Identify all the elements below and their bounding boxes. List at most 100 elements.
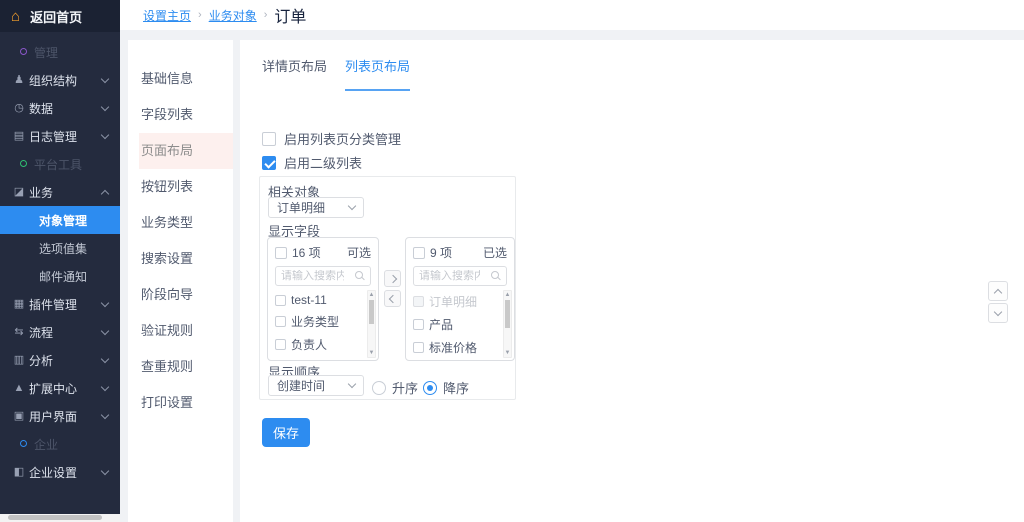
sidebar-item-org-structure[interactable]: ♟ 组织结构 <box>0 66 120 94</box>
sidebar-item-user-interface[interactable]: ▣ 用户界面 <box>0 402 120 430</box>
scrollbar-thumb[interactable] <box>8 515 102 520</box>
sidebar-item-enterprise[interactable]: 企业 <box>0 430 120 458</box>
available-status: 可选 <box>347 244 371 261</box>
nav-item-print-settings[interactable]: 打印设置 <box>128 385 233 421</box>
enable-category-label: 启用列表页分类管理 <box>284 129 401 148</box>
chevron-down-icon <box>101 74 109 82</box>
flow-icon: ⇆ <box>13 327 25 338</box>
sidebar-item-workflow[interactable]: ⇆ 流程 <box>0 318 120 346</box>
available-list-scrollbar[interactable]: ▲ ▼ <box>367 290 376 358</box>
list-item[interactable]: 标准价格 <box>406 336 514 359</box>
nav-item-page-layout[interactable]: 页面布局 <box>139 133 233 169</box>
nav-item-field-list[interactable]: 字段列表 <box>128 97 233 133</box>
enable-sublist-checkbox[interactable] <box>262 156 276 170</box>
move-down-button[interactable] <box>988 303 1008 323</box>
chevron-down-icon <box>101 382 109 390</box>
move-up-button[interactable] <box>988 281 1008 301</box>
select-all-selected-checkbox[interactable] <box>413 247 425 259</box>
scrollbar-thumb[interactable] <box>369 300 374 324</box>
horizontal-scrollbar[interactable] <box>0 514 120 522</box>
nav-item-search-settings[interactable]: 搜索设置 <box>128 241 233 277</box>
item-checkbox[interactable] <box>413 342 424 353</box>
move-right-button[interactable] <box>384 270 401 287</box>
breadcrumb-business-object[interactable]: 业务对象 <box>209 7 257 24</box>
nav-item-stage-wizard[interactable]: 阶段向导 <box>128 277 233 313</box>
sidebar-item-business[interactable]: ◪ 业务 <box>0 178 120 206</box>
nav-item-button-list[interactable]: 按钮列表 <box>128 169 233 205</box>
main-panel: 详情页布局 列表页布局 启用列表页分类管理 启用二级列表 相关对象 订单明细 显… <box>240 40 1024 522</box>
select-all-available-checkbox[interactable] <box>275 247 287 259</box>
chevron-down-icon <box>101 102 109 110</box>
briefcase-icon: ◪ <box>13 187 25 198</box>
sidebar-item-plugin-management[interactable]: ▦ 插件管理 <box>0 290 120 318</box>
selected-fields-header: 9 项 已选 <box>406 238 514 261</box>
chevron-left-icon <box>388 294 396 302</box>
sort-desc-option[interactable]: 降序 <box>423 378 469 397</box>
scroll-up-icon[interactable]: ▲ <box>369 292 375 298</box>
chevron-up-icon <box>101 189 109 197</box>
building-icon: ◧ <box>13 467 25 478</box>
sidebar-item-mail-notification[interactable]: 邮件通知 <box>0 262 120 290</box>
nav-item-validation-rules[interactable]: 验证规则 <box>128 313 233 349</box>
desc-radio[interactable] <box>423 381 437 395</box>
window-icon: ▣ <box>13 411 25 422</box>
list-item[interactable]: 负责人 <box>268 333 378 356</box>
sidebar-item-object-management[interactable]: 对象管理 <box>0 206 120 234</box>
item-checkbox[interactable] <box>275 339 286 350</box>
asc-label: 升序 <box>392 378 418 397</box>
display-order-select[interactable]: 创建时间 <box>268 375 364 396</box>
move-left-button[interactable] <box>384 290 401 307</box>
sidebar-item-extension-center[interactable]: ▲ 扩展中心 <box>0 374 120 402</box>
enable-sublist-label: 启用二级列表 <box>284 153 362 172</box>
available-search-input[interactable] <box>276 270 344 282</box>
search-icon <box>355 271 363 279</box>
tab-list-page-layout[interactable]: 列表页布局 <box>345 56 410 91</box>
sublist-config-box: 相关对象 订单明细 显示字段 16 项 可选 <box>259 176 516 400</box>
sort-asc-option[interactable]: 升序 <box>372 378 418 397</box>
settings-nav: 基础信息 字段列表 页面布局 按钮列表 业务类型 搜索设置 阶段向导 验证规则 … <box>128 40 233 522</box>
sidebar-item-analysis[interactable]: ▥ 分析 <box>0 346 120 374</box>
available-fields-list: test-11 业务类型 负责人 ▲ ▼ <box>268 290 378 360</box>
available-count: 16 项 <box>292 244 321 261</box>
nav-item-business-type[interactable]: 业务类型 <box>128 205 233 241</box>
enable-category-row: 启用列表页分类管理 <box>262 129 401 148</box>
tab-detail-page-layout[interactable]: 详情页布局 <box>262 56 327 91</box>
list-item[interactable]: 业务类型 <box>268 310 378 333</box>
selected-list-scrollbar[interactable]: ▲ ▼ <box>503 290 512 358</box>
scroll-down-icon[interactable]: ▼ <box>504 349 511 357</box>
sidebar-item-data[interactable]: ◷ 数据 <box>0 94 120 122</box>
chevron-up-icon <box>994 288 1002 296</box>
chevron-down-icon <box>101 326 109 334</box>
ring-green-icon <box>17 159 29 170</box>
available-fields-panel: 16 项 可选 test-11 业务类型 <box>267 237 379 361</box>
scroll-up-icon[interactable]: ▲ <box>505 292 511 298</box>
breadcrumb-separator: › <box>264 9 268 21</box>
scrollbar-thumb[interactable] <box>505 300 510 328</box>
sidebar-item-admin[interactable]: 管理 <box>0 38 120 66</box>
breadcrumb-settings-home[interactable]: 设置主页 <box>143 7 191 24</box>
item-checkbox[interactable] <box>413 319 424 330</box>
related-object-select[interactable]: 订单明细 <box>268 197 364 218</box>
nav-item-basic-info[interactable]: 基础信息 <box>128 61 233 97</box>
scroll-down-icon[interactable]: ▼ <box>368 349 375 357</box>
app-window: ⌂ 返回首页 管理 ♟ 组织结构 ◷ 数据 ▤ 日志管理 <box>0 0 1024 522</box>
sidebar-item-enterprise-settings[interactable]: ◧ 企业设置 <box>0 458 120 486</box>
nav-item-dedupe-rules[interactable]: 查重规则 <box>128 349 233 385</box>
item-checkbox[interactable] <box>275 295 286 306</box>
sidebar-home[interactable]: ⌂ 返回首页 <box>0 0 120 32</box>
selected-search-input[interactable] <box>414 270 480 282</box>
enable-sublist-row: 启用二级列表 <box>262 153 362 172</box>
chevron-down-icon <box>348 202 356 210</box>
sidebar-item-option-sets[interactable]: 选项值集 <box>0 234 120 262</box>
selected-search-box <box>413 266 507 286</box>
list-item[interactable]: 产品 <box>406 313 514 336</box>
sidebar-item-platform-tools[interactable]: 平台工具 <box>0 150 120 178</box>
sidebar-item-log-management[interactable]: ▤ 日志管理 <box>0 122 120 150</box>
save-button[interactable]: 保存 <box>262 418 310 447</box>
list-item[interactable]: test-11 <box>268 290 378 310</box>
item-checkbox[interactable] <box>275 316 286 327</box>
enable-category-checkbox[interactable] <box>262 132 276 146</box>
plugin-grid-icon: ▦ <box>13 299 25 310</box>
asc-radio[interactable] <box>372 381 386 395</box>
chevron-down-icon <box>101 466 109 474</box>
